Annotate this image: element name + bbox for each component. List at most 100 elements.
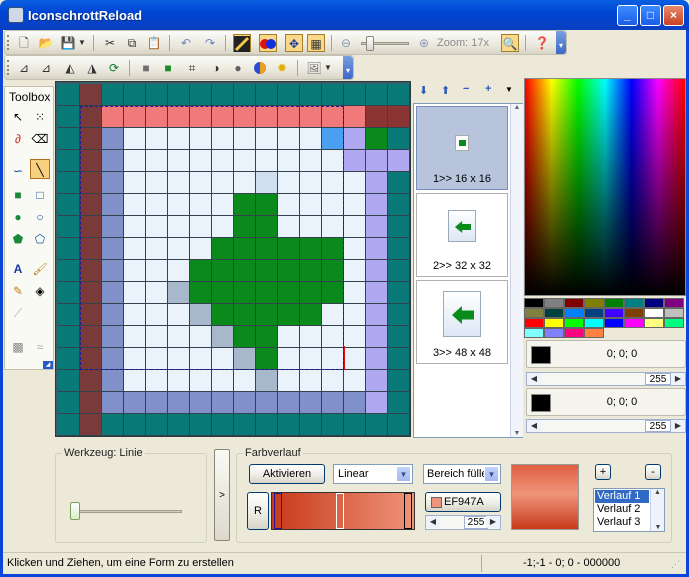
color-swatch[interactable] [544,298,564,308]
copy-icon[interactable]: ⧉ [123,34,141,52]
eraser-tool-icon[interactable]: ⌫ [30,129,50,149]
pixel-cell[interactable] [190,128,212,150]
pixel-cell[interactable] [322,282,344,304]
pixel-cell[interactable] [146,326,168,348]
pixel-cell[interactable] [124,84,146,106]
polygon-tool-icon[interactable]: ⬠ [30,229,50,249]
activate-button[interactable]: Aktivieren [249,464,325,484]
pixel-cell[interactable] [344,172,366,194]
pixel-cell[interactable] [278,216,300,238]
help-icon[interactable]: ❓ [533,34,551,52]
pixel-cell[interactable] [388,348,410,370]
pixel-cell[interactable] [234,326,256,348]
pixel-cell[interactable] [146,172,168,194]
pixel-cell[interactable] [256,414,278,436]
pixel-cell[interactable] [300,84,322,106]
color-swatch[interactable] [644,308,664,318]
pixel-cell[interactable] [168,106,190,128]
pixel-cell[interactable] [190,370,212,392]
save-icon[interactable]: 💾 [59,34,77,52]
pixel-cell[interactable] [256,282,278,304]
pixel-cell[interactable] [168,216,190,238]
scroll-right-icon[interactable]: ▶ [486,516,500,528]
pixel-cell[interactable] [256,370,278,392]
pixel-cell[interactable] [58,370,80,392]
color-swatch[interactable] [664,318,684,328]
color-swatch[interactable] [584,308,604,318]
brush-tool-icon[interactable]: 🖌 [30,259,50,279]
stop-color-button[interactable]: EF947A [425,492,501,512]
mirror-h-icon[interactable]: ◭ [61,59,79,77]
pixel-cell[interactable] [58,304,80,326]
pixel-cell[interactable] [234,216,256,238]
pixel-cell[interactable] [168,84,190,106]
flip-h-icon[interactable]: ⊿ [15,59,33,77]
pixel-cell[interactable] [366,392,388,414]
minimize-button[interactable]: _ [617,5,638,26]
pixel-cell[interactable] [190,216,212,238]
pixel-cell[interactable] [124,106,146,128]
pixel-cell[interactable] [212,172,234,194]
pixel-cell[interactable] [168,282,190,304]
pixel-cell[interactable] [300,326,322,348]
pixel-cell[interactable] [322,370,344,392]
pixel-cell[interactable] [124,304,146,326]
color-swatch[interactable] [544,328,564,338]
pixel-cell[interactable] [256,326,278,348]
close-button[interactable]: × [663,5,684,26]
stop-alpha-scrollbar[interactable]: ◀ 255 ▶ [425,515,501,530]
pixel-cell[interactable] [124,370,146,392]
gradient-list[interactable]: Verlauf 1 Verlauf 2 Verlauf 3 ▲ ▼ [593,488,665,532]
pixel-cell[interactable] [388,414,410,436]
secondary-color-row[interactable]: 0; 0; 0 [526,388,686,416]
pixel-cell[interactable] [322,260,344,282]
pixel-cell[interactable] [256,392,278,414]
pixel-cell[interactable] [146,392,168,414]
pixel-cell[interactable] [124,326,146,348]
pixel-cell[interactable] [58,128,80,150]
pixel-cell[interactable] [124,282,146,304]
remove-size-icon[interactable]: − [463,83,469,95]
pixel-cell[interactable] [146,150,168,172]
pixel-cell[interactable] [58,392,80,414]
pixel-cell[interactable] [256,216,278,238]
undo-icon[interactable]: ↶ [177,34,195,52]
pixel-grid[interactable] [58,84,410,436]
pixel-cell[interactable] [168,414,190,436]
primary-alpha-scrollbar[interactable]: ◀ 255 ▶ [526,372,686,386]
pixel-cell[interactable] [300,238,322,260]
pixel-cell[interactable] [300,392,322,414]
pixel-cell[interactable] [256,260,278,282]
toolbar-overflow-button[interactable]: ▾ [556,31,566,54]
remove-gradient-button[interactable]: - [645,464,661,480]
zoom-slider-thumb[interactable] [366,36,374,51]
pixel-cell[interactable] [102,282,124,304]
pixel-cell[interactable] [124,414,146,436]
pixel-cell[interactable] [388,172,410,194]
fill-bucket-tool-icon[interactable]: ◈ [30,281,50,301]
pixel-cell[interactable] [344,348,366,370]
pixel-cell[interactable] [80,238,102,260]
pixel-cell[interactable] [190,194,212,216]
color-swatch[interactable] [664,298,684,308]
pixel-cell[interactable] [344,106,366,128]
pixel-cell[interactable] [146,414,168,436]
mirror-v-icon[interactable]: ◮ [83,59,101,77]
smudge-tool-icon[interactable]: ⟋ [8,303,28,323]
pixel-cell[interactable] [80,282,102,304]
pixel-cell[interactable] [366,370,388,392]
move-up-icon[interactable]: ⬆ [441,84,450,97]
pixel-cell[interactable] [168,194,190,216]
pixel-cell[interactable] [80,370,102,392]
pixel-cell[interactable] [234,84,256,106]
color-swatch[interactable] [644,298,664,308]
flip-v-icon[interactable]: ⊿ [37,59,55,77]
filled-polygon-tool-icon[interactable]: ⬟ [8,229,28,249]
pixel-cell[interactable] [388,260,410,282]
pixel-cell[interactable] [344,282,366,304]
pixel-cell[interactable] [212,392,234,414]
pixel-cell[interactable] [146,370,168,392]
color-swatch[interactable] [644,318,664,328]
pixel-cell[interactable] [256,194,278,216]
pixel-cell[interactable] [102,260,124,282]
